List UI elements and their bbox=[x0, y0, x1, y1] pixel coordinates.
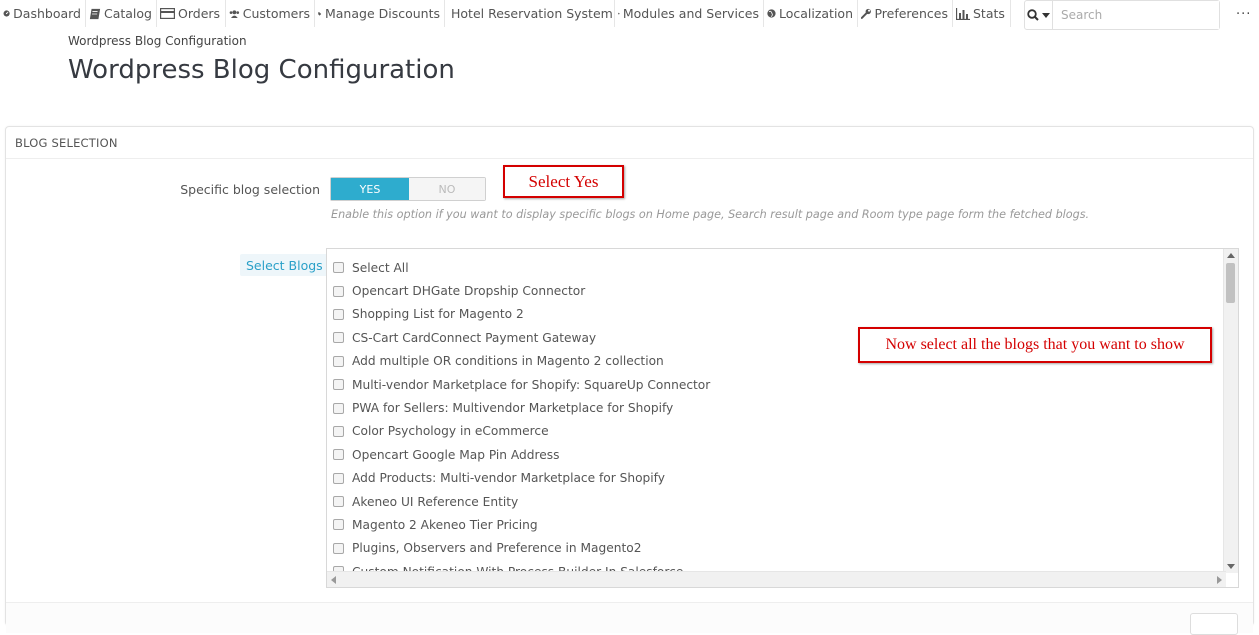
checkbox[interactable] bbox=[333, 425, 344, 437]
checkbox[interactable] bbox=[333, 379, 344, 391]
blog-item[interactable]: Shopping List for Magento 2 bbox=[333, 303, 710, 326]
blog-item[interactable]: Add Products: Multi-vendor Marketplace f… bbox=[333, 467, 710, 490]
help-text: Enable this option if you want to displa… bbox=[331, 208, 1090, 221]
nav-item-dashboard[interactable]: Dashboard bbox=[0, 0, 86, 27]
nav-label: Localization bbox=[778, 6, 853, 21]
blog-item-label: Opencart DHGate Dropship Connector bbox=[352, 284, 586, 299]
nav-label: Orders bbox=[178, 6, 221, 21]
blog-item-label: Add Products: Multi-vendor Marketplace f… bbox=[352, 471, 665, 486]
blog-item[interactable]: Multi-vendor Marketplace for Shopify: Sq… bbox=[333, 373, 710, 396]
panel-heading: BLOG SELECTION bbox=[6, 127, 1253, 159]
top-navigation: Dashboard Catalog Orders Customers Manag… bbox=[0, 0, 1259, 30]
nav-label: Stats bbox=[973, 6, 1005, 21]
nav-item-modules[interactable]: Modules and Services bbox=[615, 0, 764, 27]
nav-label: Hotel Reservation System bbox=[451, 6, 613, 21]
puzzle-icon bbox=[618, 12, 620, 15]
blog-item-label: Color Psychology in eCommerce bbox=[352, 424, 549, 439]
checkbox[interactable] bbox=[333, 472, 344, 484]
blog-item[interactable]: Opencart Google Map Pin Address bbox=[333, 443, 710, 466]
nav-item-catalog[interactable]: Catalog bbox=[86, 0, 157, 27]
scroll-up-icon[interactable] bbox=[1227, 253, 1235, 258]
nav-item-customers[interactable]: Customers bbox=[226, 0, 315, 27]
switch-no-option[interactable]: NO bbox=[409, 178, 485, 200]
checkbox[interactable] bbox=[333, 262, 344, 274]
select-all-item[interactable]: Select All bbox=[333, 256, 710, 279]
bar-chart-icon bbox=[956, 7, 970, 20]
vertical-scrollbar[interactable] bbox=[1223, 249, 1238, 573]
book-icon bbox=[89, 8, 101, 19]
nav-label: Customers bbox=[242, 6, 310, 21]
horizontal-scrollbar[interactable] bbox=[327, 571, 1226, 587]
switch-yes-option[interactable]: YES bbox=[331, 178, 409, 200]
users-icon bbox=[229, 9, 240, 18]
nav-item-hotel-reservation[interactable]: Hotel Reservation System bbox=[445, 0, 615, 27]
blog-selection-panel: BLOG SELECTION Specific blog selection Y… bbox=[5, 126, 1254, 635]
blog-item[interactable]: Opencart DHGate Dropship Connector bbox=[333, 279, 710, 302]
blog-list-box[interactable]: Select All Opencart DHGate Dropship Conne… bbox=[326, 248, 1239, 588]
credit-card-icon bbox=[160, 8, 175, 19]
nav-item-stats[interactable]: Stats bbox=[953, 0, 1011, 27]
blog-item[interactable]: Akeneo UI Reference Entity bbox=[333, 490, 710, 513]
blog-item-label: Add multiple OR conditions in Magento 2 … bbox=[352, 354, 664, 369]
nav-item-preferences[interactable]: Preferences bbox=[858, 0, 953, 27]
blog-item-label: Multi-vendor Marketplace for Shopify: Sq… bbox=[352, 377, 711, 392]
search-dropdown-button[interactable] bbox=[1025, 1, 1053, 29]
scroll-right-icon[interactable] bbox=[1217, 576, 1222, 584]
search-icon bbox=[1027, 9, 1039, 21]
blog-item-label: Select All bbox=[352, 260, 409, 275]
nav-label: Dashboard bbox=[13, 6, 81, 21]
blog-list: Select All Opencart DHGate Dropship Conne… bbox=[333, 256, 710, 583]
blog-item-label: Magento 2 Akeneo Tier Pricing bbox=[352, 517, 538, 532]
checkbox[interactable] bbox=[333, 449, 344, 461]
select-blogs-label: Select Blogs bbox=[240, 254, 329, 276]
tags-icon bbox=[318, 11, 322, 16]
scroll-thumb[interactable] bbox=[1226, 263, 1235, 303]
blog-item[interactable]: Magento 2 Akeneo Tier Pricing bbox=[333, 513, 710, 536]
specific-blog-selection-switch[interactable]: YES NO bbox=[330, 177, 486, 201]
specific-blog-selection-label: Specific blog selection bbox=[180, 182, 320, 197]
more-menu-icon[interactable]: ... bbox=[1236, 3, 1251, 18]
blog-item[interactable]: Plugins, Observers and Preference in Mag… bbox=[333, 537, 710, 560]
wrench-icon bbox=[861, 8, 871, 19]
blog-item[interactable]: Color Psychology in eCommerce bbox=[333, 420, 710, 443]
nav-item-localization[interactable]: Localization bbox=[764, 0, 858, 27]
blog-item[interactable]: CS-Cart CardConnect Payment Gateway bbox=[333, 326, 710, 349]
page-title: Wordpress Blog Configuration bbox=[68, 55, 455, 85]
checkbox[interactable] bbox=[333, 355, 344, 367]
annotation-select-all-blogs: Now select all the blogs that you want t… bbox=[858, 327, 1212, 363]
caret-down-icon bbox=[1042, 12, 1050, 18]
blog-item-label: Opencart Google Map Pin Address bbox=[352, 447, 560, 462]
checkbox[interactable] bbox=[333, 332, 344, 344]
blog-item-label: Akeneo UI Reference Entity bbox=[352, 494, 519, 509]
scroll-left-icon[interactable] bbox=[331, 576, 336, 584]
breadcrumb[interactable]: Wordpress Blog Configuration bbox=[68, 34, 247, 48]
checkbox[interactable] bbox=[333, 496, 344, 508]
blog-item-label: Plugins, Observers and Preference in Mag… bbox=[352, 541, 642, 556]
dashboard-icon bbox=[3, 10, 10, 17]
blog-item[interactable]: PWA for Sellers: Multivendor Marketplace… bbox=[333, 396, 710, 419]
scroll-down-icon[interactable] bbox=[1227, 564, 1235, 569]
search-box bbox=[1024, 0, 1220, 30]
checkbox[interactable] bbox=[333, 519, 344, 531]
nav-label: Manage Discounts bbox=[324, 6, 440, 21]
blog-item-label: PWA for Sellers: Multivendor Marketplace… bbox=[352, 401, 674, 416]
save-button[interactable] bbox=[1190, 613, 1238, 635]
nav-label: Preferences bbox=[874, 6, 948, 21]
search-input[interactable] bbox=[1053, 1, 1219, 29]
checkbox[interactable] bbox=[333, 308, 344, 320]
checkbox[interactable] bbox=[333, 402, 344, 414]
nav-label: Catalog bbox=[103, 6, 152, 21]
blog-item[interactable]: Add multiple OR conditions in Magento 2 … bbox=[333, 350, 710, 373]
nav-item-manage-discounts[interactable]: Manage Discounts bbox=[315, 0, 445, 27]
globe-icon bbox=[767, 9, 776, 18]
checkbox[interactable] bbox=[333, 542, 344, 554]
blog-item-label: CS-Cart CardConnect Payment Gateway bbox=[352, 330, 597, 345]
panel-footer bbox=[6, 602, 1253, 635]
annotation-select-yes: Select Yes bbox=[503, 165, 624, 198]
nav-label: Modules and Services bbox=[622, 6, 759, 21]
checkbox[interactable] bbox=[333, 285, 344, 297]
blog-item-label: Shopping List for Magento 2 bbox=[352, 307, 524, 322]
nav-item-orders[interactable]: Orders bbox=[157, 0, 226, 27]
